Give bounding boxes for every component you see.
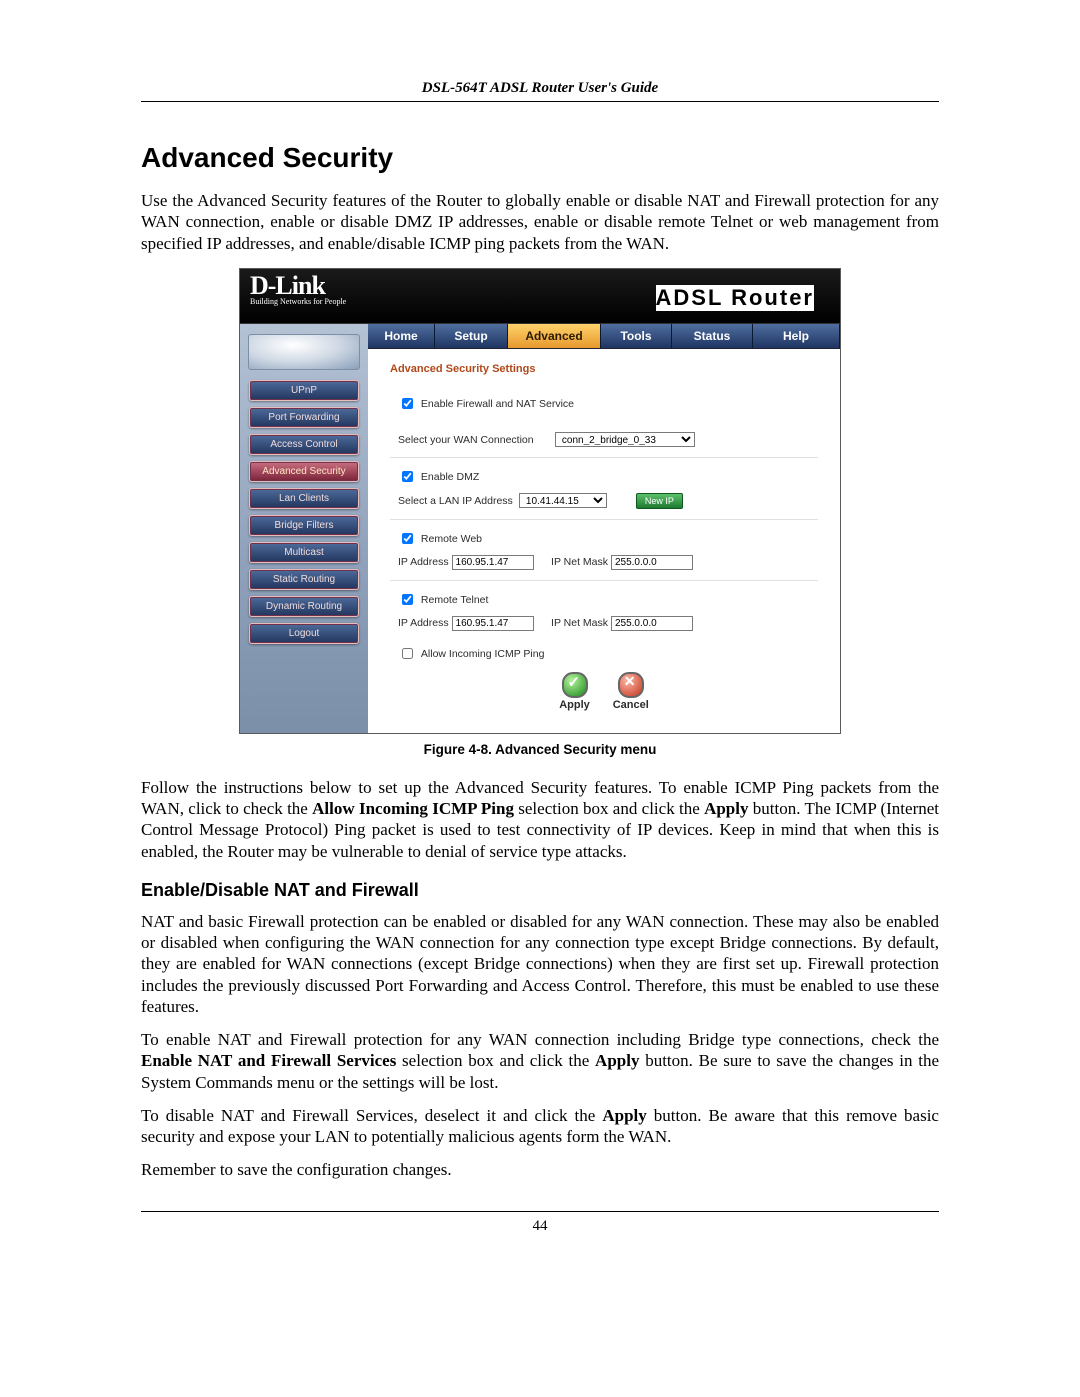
sidebar: UPnP Port Forwarding Access Control Adva…: [240, 324, 368, 733]
running-head: DSL-564T ADSL Router User's Guide: [141, 80, 939, 102]
cancel-label: Cancel: [613, 699, 649, 711]
enable-firewall-label: Enable Firewall and NAT Service: [421, 398, 574, 410]
bold-icmp: Allow Incoming ICMP Ping: [312, 799, 514, 818]
device-image: [248, 334, 360, 370]
router-screenshot: D-Link Building Networks for People ADSL…: [239, 268, 841, 734]
tab-home[interactable]: Home: [368, 324, 435, 348]
figure-caption: Figure 4-8. Advanced Security menu: [141, 742, 939, 757]
icmp-ping-checkbox[interactable]: [402, 648, 413, 659]
remote-telnet-ip-label: IP Address: [398, 617, 449, 629]
nat-paragraph-2: To enable NAT and Firewall protection fo…: [141, 1029, 939, 1093]
new-ip-button[interactable]: New IP: [636, 493, 683, 509]
tab-advanced[interactable]: Advanced: [508, 324, 601, 348]
apply-button[interactable]: Apply: [559, 672, 590, 711]
wan-conn-select[interactable]: conn_2_bridge_0_33: [555, 432, 695, 447]
sidebar-item-static-routing[interactable]: Static Routing: [249, 569, 359, 590]
remote-telnet-mask-label: IP Net Mask: [551, 617, 608, 629]
cancel-icon: [618, 672, 644, 698]
dmz-lanip-label: Select a LAN IP Address: [398, 495, 516, 507]
remember-paragraph: Remember to save the configuration chang…: [141, 1159, 939, 1180]
sidebar-item-port-forwarding[interactable]: Port Forwarding: [249, 407, 359, 428]
text: To disable NAT and Firewall Services, de…: [141, 1106, 602, 1125]
tab-status[interactable]: Status: [672, 324, 753, 348]
apply-icon: [562, 672, 588, 698]
remote-web-checkbox[interactable]: [402, 533, 413, 544]
brand-tagline: Building Networks for People: [250, 297, 346, 306]
page-title: Advanced Security: [141, 142, 939, 174]
apply-label: Apply: [559, 699, 590, 711]
panel-title: Advanced Security Settings: [390, 363, 818, 375]
enable-dmz-checkbox[interactable]: [402, 471, 413, 482]
remote-web-mask-input[interactable]: [611, 555, 693, 570]
remote-telnet-mask-input[interactable]: [611, 616, 693, 631]
sidebar-item-lan-clients[interactable]: Lan Clients: [249, 488, 359, 509]
sidebar-item-access-control[interactable]: Access Control: [249, 434, 359, 455]
bold-apply: Apply: [704, 799, 748, 818]
tab-setup[interactable]: Setup: [435, 324, 508, 348]
enable-dmz-label: Enable DMZ: [421, 471, 479, 483]
subsection-heading: Enable/Disable NAT and Firewall: [141, 880, 939, 901]
dmz-lanip-select[interactable]: 10.41.44.15: [519, 493, 607, 508]
follow-paragraph: Follow the instructions below to set up …: [141, 777, 939, 862]
sidebar-item-advanced-security[interactable]: Advanced Security: [249, 461, 359, 482]
page-number: 44: [533, 1218, 548, 1234]
nat-paragraph-3: To disable NAT and Firewall Services, de…: [141, 1105, 939, 1148]
remote-web-mask-label: IP Net Mask: [551, 556, 608, 568]
text: selection box and click the: [514, 799, 704, 818]
remote-web-label: Remote Web: [421, 533, 482, 545]
remote-web-ip-label: IP Address: [398, 556, 449, 568]
nat-paragraph-1: NAT and basic Firewall protection can be…: [141, 911, 939, 1017]
text: To enable NAT and Firewall protection fo…: [141, 1030, 939, 1049]
sidebar-item-dynamic-routing[interactable]: Dynamic Routing: [249, 596, 359, 617]
bold-apply: Apply: [595, 1051, 639, 1070]
text: selection box and click the: [396, 1051, 595, 1070]
remote-telnet-checkbox[interactable]: [402, 594, 413, 605]
brand-logo: D-Link Building Networks for People: [250, 271, 346, 306]
top-nav: Home Setup Advanced Tools Status Help: [368, 324, 840, 349]
router-banner: D-Link Building Networks for People ADSL…: [240, 269, 840, 324]
sidebar-item-upnp[interactable]: UPnP: [249, 380, 359, 401]
enable-firewall-checkbox[interactable]: [402, 398, 413, 409]
remote-web-ip-input[interactable]: [452, 555, 534, 570]
sidebar-item-logout[interactable]: Logout: [249, 623, 359, 644]
tab-help[interactable]: Help: [753, 324, 840, 348]
bold-enable-nat: Enable NAT and Firewall Services: [141, 1051, 396, 1070]
remote-telnet-ip-input[interactable]: [452, 616, 534, 631]
sidebar-item-multicast[interactable]: Multicast: [249, 542, 359, 563]
tab-tools[interactable]: Tools: [601, 324, 672, 348]
intro-paragraph: Use the Advanced Security features of th…: [141, 190, 939, 254]
bold-apply: Apply: [602, 1106, 646, 1125]
cancel-button[interactable]: Cancel: [613, 672, 649, 711]
remote-telnet-label: Remote Telnet: [421, 594, 489, 606]
sidebar-item-bridge-filters[interactable]: Bridge Filters: [249, 515, 359, 536]
icmp-ping-label: Allow Incoming ICMP Ping: [421, 648, 545, 660]
wan-conn-label: Select your WAN Connection: [398, 434, 552, 446]
banner-title: ADSL Router: [656, 285, 815, 311]
